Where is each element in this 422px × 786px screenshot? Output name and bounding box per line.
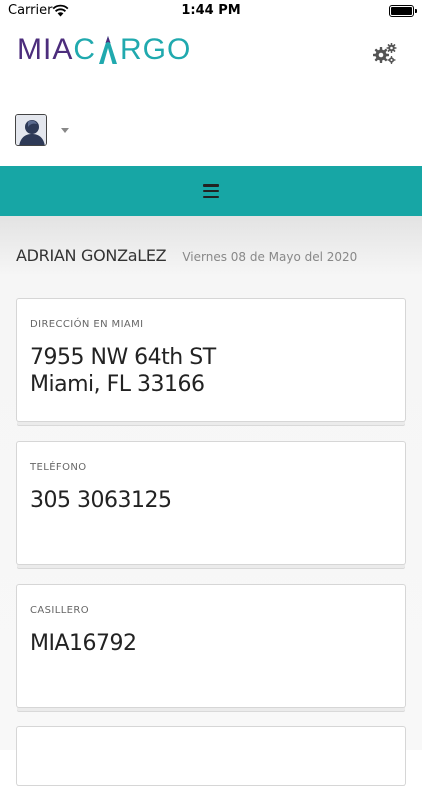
battery-icon [389, 5, 417, 17]
card-label: CASILLERO [30, 605, 90, 616]
card-value: 305 3063125 [30, 488, 172, 513]
nav-bar [0, 166, 422, 216]
phone-card: TELÉFONO 305 3063125 [16, 441, 406, 565]
address-line-1: 7955 NW 64th ST [30, 345, 216, 370]
logo-rgo-text: RGO [120, 33, 192, 66]
greeting: ADRIAN GONZaLEZ Viernes 08 de Mayo del 2… [16, 246, 357, 265]
clock: 1:44 PM [181, 3, 241, 18]
hamburger-icon[interactable] [203, 184, 219, 198]
logo-mia-text: MIA [17, 33, 74, 66]
logo-cargo-text: C [73, 33, 97, 66]
card-value: 7955 NW 64th ST Miami, FL 33166 [30, 344, 216, 398]
miami-address-card: DIRECCIÓN EN MIAMI 7955 NW 64th ST Miami… [16, 298, 406, 422]
card-label: TELÉFONO [30, 462, 87, 473]
current-date: Viernes 08 de Mayo del 2020 [182, 250, 358, 264]
user-avatar-icon[interactable] [15, 114, 47, 146]
app-header: MIA C RGO [0, 22, 422, 167]
locker-card: CASILLERO MIA16792 [16, 584, 406, 708]
main-content: ADRIAN GONZaLEZ Viernes 08 de Mayo del 2… [0, 216, 422, 786]
user-name: ADRIAN GONZaLEZ [16, 246, 167, 265]
address-line-2: Miami, FL 33166 [30, 372, 205, 397]
card-label: DIRECCIÓN EN MIAMI [30, 319, 144, 330]
user-menu[interactable] [15, 114, 69, 146]
card-value: MIA16792 [30, 631, 137, 656]
partial-card [16, 726, 406, 786]
miacargo-logo[interactable]: MIA C RGO [17, 30, 191, 70]
gears-icon[interactable] [372, 42, 398, 66]
caret-down-icon[interactable] [61, 127, 69, 133]
logo-a-icon [99, 36, 118, 64]
status-bar: Carrier 1:44 PM [0, 0, 422, 22]
